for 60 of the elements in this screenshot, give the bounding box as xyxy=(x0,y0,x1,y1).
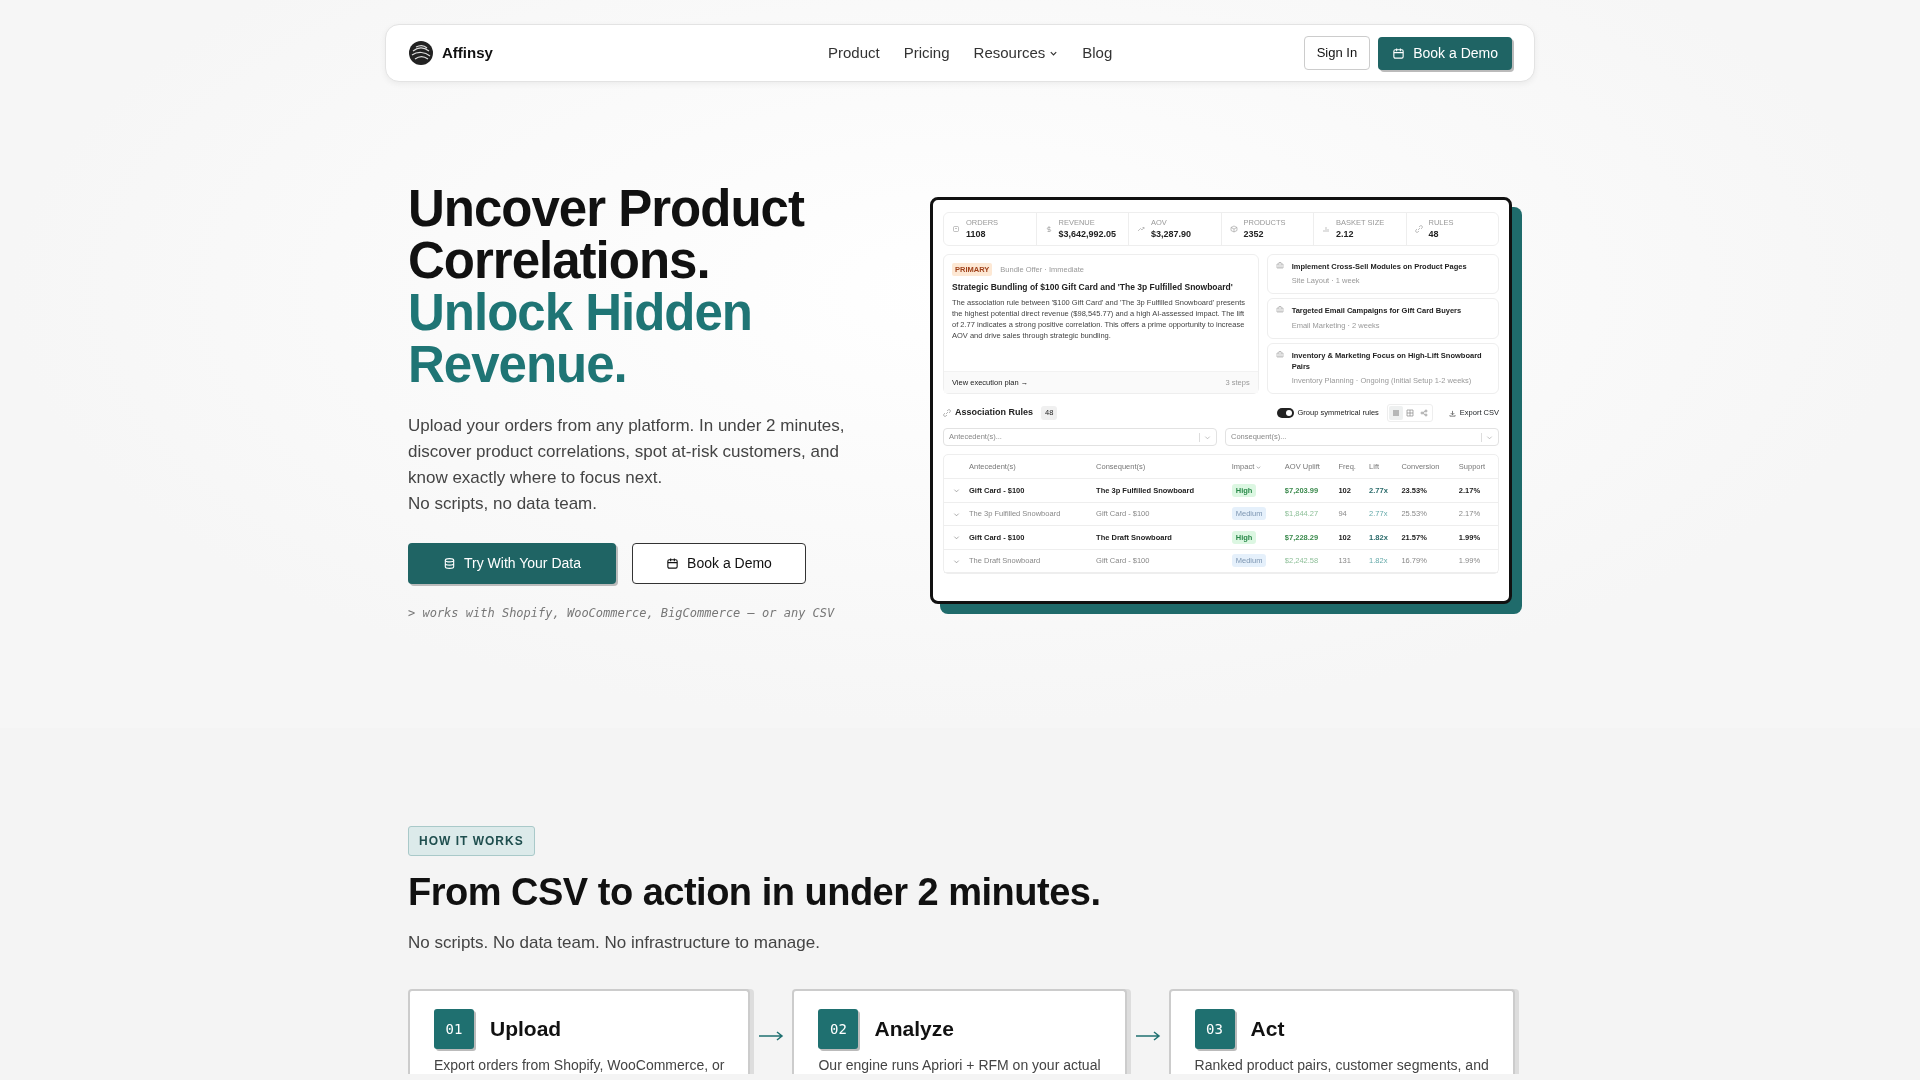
expand-icon[interactable] xyxy=(953,487,960,495)
stat-value: 48 xyxy=(1428,227,1440,241)
stat-icon xyxy=(1137,225,1145,233)
stat-icon xyxy=(1229,225,1238,233)
stat-icon xyxy=(1322,225,1330,233)
compatibility-note: > works with Shopify, WooCommerce, BigCommerce — or any CSV xyxy=(408,605,836,623)
building-icon xyxy=(1275,305,1284,314)
expand-icon[interactable] xyxy=(953,534,960,542)
step-number: 02 xyxy=(818,1009,859,1050)
share-icon xyxy=(1419,409,1428,417)
building-icon xyxy=(1275,261,1284,269)
step-text: Our engine runs Apriori + RFM on your actual xyxy=(818,1057,1101,1075)
nav-link[interactable]: Pricing xyxy=(903,41,950,65)
book-demo-button[interactable]: Book a Demo xyxy=(632,543,806,585)
step-number: 01 xyxy=(434,1009,474,1050)
download-icon xyxy=(1448,409,1456,417)
recommendation-title: Strategic Bundling of $100 Gift Card and 'The 3p Fulfilled Snowboard' xyxy=(952,281,1234,294)
toggle-switch[interactable] xyxy=(1276,408,1294,418)
calendar-icon xyxy=(1392,46,1406,60)
nav-link[interactable]: Resources xyxy=(973,41,1059,65)
section-title: Association Rules xyxy=(955,406,1034,420)
step-number: 03 xyxy=(1194,1009,1235,1050)
chevron-down-icon xyxy=(1486,433,1493,441)
building-icon xyxy=(1275,349,1284,358)
stat-value: 2352 xyxy=(1243,227,1265,241)
section-heading: From CSV to action in under 2 minutes. xyxy=(408,870,1102,915)
stat-value: $3,642,992.05 xyxy=(1058,227,1117,241)
step-text: Export orders from Shopify, WooCommerce, or xyxy=(434,1057,725,1075)
hero-paragraph: No scripts, no data team. xyxy=(408,493,598,516)
database-icon xyxy=(443,557,456,571)
stat-icon xyxy=(952,225,960,233)
expand-icon[interactable] xyxy=(953,510,960,518)
nav-link[interactable]: Product xyxy=(828,41,880,65)
expand-icon[interactable] xyxy=(953,557,960,565)
step-text: Ranked product pairs, customer segments, and xyxy=(1194,1057,1489,1075)
step-title: Analyze xyxy=(874,1016,954,1043)
try-with-data-button[interactable]: Try With Your Data xyxy=(408,543,616,585)
brand-name[interactable]: Affinsy xyxy=(442,41,493,65)
step-title: Upload xyxy=(490,1016,562,1043)
step-title: Act xyxy=(1250,1016,1285,1043)
chevron-down-icon xyxy=(1204,433,1211,441)
stat-value: 1108 xyxy=(966,227,987,241)
view-toggle[interactable] xyxy=(1388,406,1403,420)
nav-link[interactable]: Blog xyxy=(1082,41,1113,65)
logo-icon xyxy=(408,40,434,66)
sign-in-button[interactable]: Sign In xyxy=(1303,36,1371,70)
stat-value: 2.12 xyxy=(1336,227,1355,241)
grid-icon xyxy=(1405,409,1414,417)
hero-paragraph: Upload your orders from any platform. In under 2 minutes, discover product correlations, spot at-risk customers, and know exactly where to focus next. xyxy=(408,415,846,490)
stat-icon xyxy=(1044,225,1053,233)
link-icon xyxy=(943,409,951,417)
calendar-icon xyxy=(666,557,680,571)
list-icon xyxy=(1391,409,1400,417)
book-demo-button[interactable]: Book a Demo xyxy=(1378,36,1512,70)
arrow-icon xyxy=(758,1031,785,1042)
section-subtitle: No scripts. No data team. No infrastructure to manage. xyxy=(408,931,821,954)
arrow-icon xyxy=(1134,1031,1161,1042)
section-badge: HOW IT WORKS xyxy=(408,826,535,856)
stat-icon xyxy=(1414,225,1423,233)
stat-value: $3,287.90 xyxy=(1151,227,1192,241)
